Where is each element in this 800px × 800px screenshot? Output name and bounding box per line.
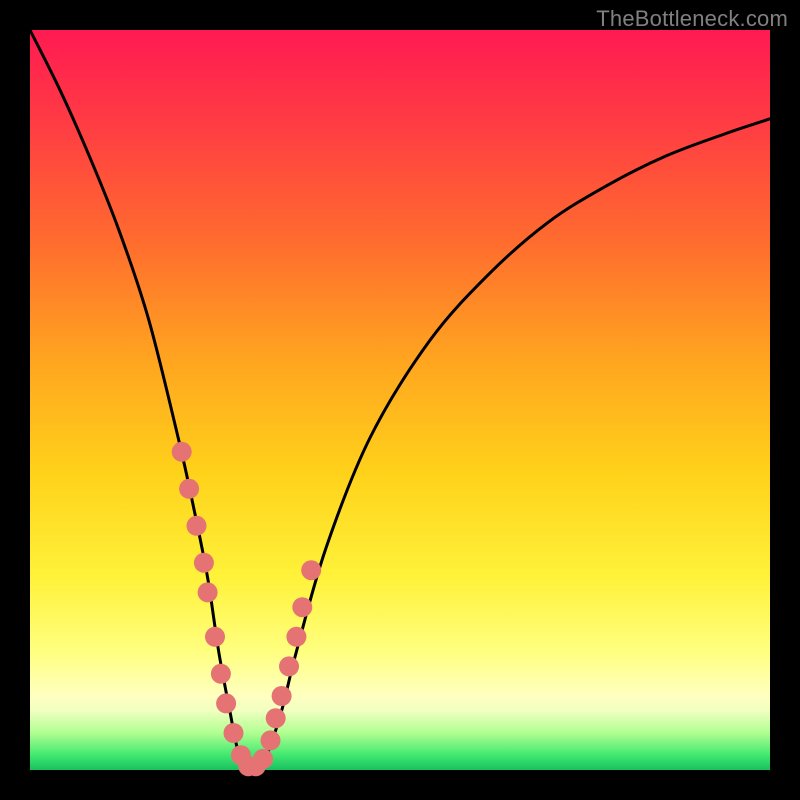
- curve-marker: [205, 627, 225, 647]
- bottleneck-curve: [30, 30, 770, 770]
- watermark-text: TheBottleneck.com: [596, 6, 788, 32]
- curve-marker: [286, 627, 306, 647]
- curve-marker: [261, 730, 281, 750]
- curve-marker: [179, 479, 199, 499]
- curve-marker: [253, 749, 273, 769]
- curve-marker: [211, 664, 231, 684]
- curve-markers: [172, 442, 322, 777]
- chart-svg: [30, 30, 770, 770]
- curve-marker: [292, 597, 312, 617]
- curve-marker: [216, 693, 236, 713]
- curve-marker: [194, 553, 214, 573]
- curve-marker: [224, 723, 244, 743]
- chart-container: TheBottleneck.com: [0, 0, 800, 800]
- curve-marker: [279, 656, 299, 676]
- plot-area: [30, 30, 770, 770]
- curve-marker: [187, 516, 207, 536]
- curve-marker: [301, 560, 321, 580]
- curve-marker: [172, 442, 192, 462]
- curve-marker: [266, 708, 286, 728]
- curve-marker: [198, 582, 218, 602]
- curve-marker: [272, 686, 292, 706]
